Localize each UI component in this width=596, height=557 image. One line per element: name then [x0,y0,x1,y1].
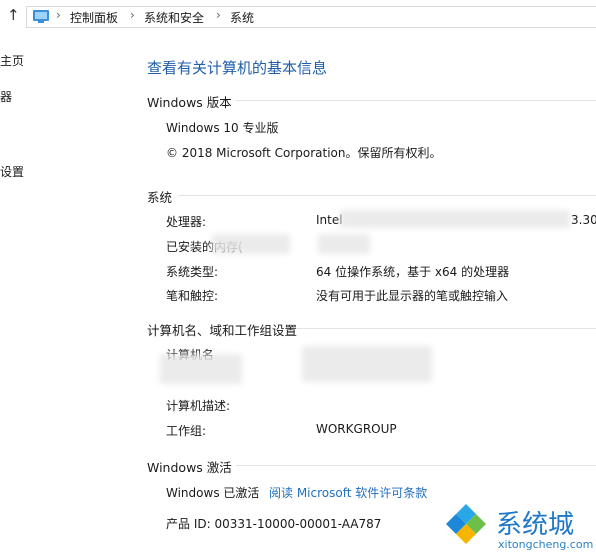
pen-touch-value: 没有可用于此显示器的笔或触控输入 [316,289,509,303]
nav-item-home[interactable]: 主页 [0,52,24,69]
nav-item-settings[interactable]: 设置 [0,163,24,180]
redaction-blur [212,234,290,254]
up-arrow-icon[interactable]: ↑ [7,6,20,24]
windows-edition-heading: Windows 版本 [147,95,232,110]
copyright: © 2018 Microsoft Corporation。保留所有权利。 [166,146,442,160]
activation-status: Windows 已激活 [166,486,260,500]
redaction-blur [340,210,570,228]
redaction-blur [160,354,242,384]
watermark-url: xitongcheng.com [498,538,594,551]
divider [236,100,596,101]
redaction-blur [302,346,432,382]
system-heading: 系统 [147,190,173,205]
system-type-value: 64 位操作系统，基于 x64 的处理器 [316,265,510,279]
processor-speed: 3.30 [571,213,596,227]
product-id: 产品 ID: 00331-10000-00001-AA787 [166,517,382,531]
breadcrumb-separator: › [56,8,61,22]
redaction-blur [318,234,370,254]
divider [236,465,596,466]
workgroup-value: WORKGROUP [316,422,397,436]
divider [296,328,596,329]
license-terms-link[interactable]: 阅读 Microsoft 软件许可条款 [269,484,427,501]
computer-name-heading: 计算机名、域和工作组设置 [147,323,298,338]
nav-item-device-manager[interactable]: 器 [0,88,12,105]
breadcrumb-system[interactable]: 系统 [230,9,254,26]
pen-touch-label: 笔和触控: [166,289,219,303]
control-panel-icon [32,8,50,27]
watermark-logo: 系统城 xitongcheng.com [438,498,596,557]
activation-heading: Windows 激活 [147,460,232,475]
diamond-logo-icon [444,502,488,546]
windows-edition: Windows 10 专业版 [166,121,279,135]
breadcrumb-system-security[interactable]: 系统和安全 [144,9,204,26]
system-type-label: 系统类型: [166,265,219,279]
divider [178,195,596,196]
page-title: 查看有关计算机的基本信息 [147,59,328,77]
processor-label: 处理器: [166,215,207,229]
breadcrumb-separator: › [130,8,135,22]
computer-description-label: 计算机描述: [166,399,231,413]
workgroup-label: 工作组: [166,424,207,438]
address-bar: ↑ › 控制面板 › 系统和安全 › 系统 [0,0,596,34]
watermark-brand: 系统城 [496,510,575,540]
breadcrumb-control-panel[interactable]: 控制面板 [70,9,118,26]
processor-value: Intel [316,213,343,227]
breadcrumb-separator: › [216,8,221,22]
